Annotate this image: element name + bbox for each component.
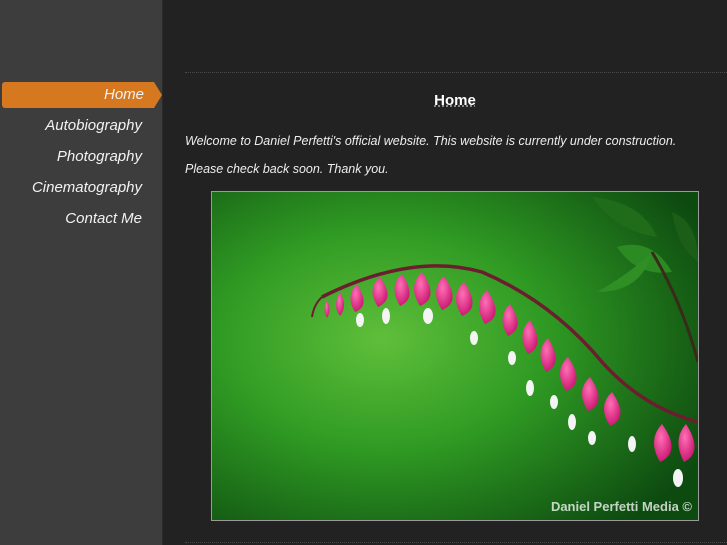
bottom-divider (185, 542, 727, 543)
page-title: Home (434, 92, 476, 109)
nav-item-autobiography[interactable]: Autobiography (0, 113, 162, 139)
bleeding-heart-photo (212, 192, 698, 520)
featured-photo: Daniel Perfetti Media © (211, 191, 699, 521)
welcome-text: Welcome to Daniel Perfetti's official we… (185, 127, 715, 183)
nav-item-home[interactable]: Home (2, 82, 162, 108)
welcome-line-2: Please check back soon. Thank you. (185, 162, 389, 176)
main-nav: Home Autobiography Photography Cinematog… (0, 82, 162, 237)
main-content: Home Welcome to Daniel Perfetti's offici… (163, 0, 727, 545)
photo-watermark: Daniel Perfetti Media © (550, 499, 692, 514)
nav-item-photography[interactable]: Photography (0, 144, 162, 170)
top-divider (185, 72, 727, 73)
nav-item-cinematography[interactable]: Cinematography (0, 175, 162, 201)
nav-item-contact-me[interactable]: Contact Me (0, 206, 162, 232)
sidebar: Home Autobiography Photography Cinematog… (0, 0, 163, 545)
welcome-line-1: Welcome to Daniel Perfetti's official we… (185, 134, 677, 148)
